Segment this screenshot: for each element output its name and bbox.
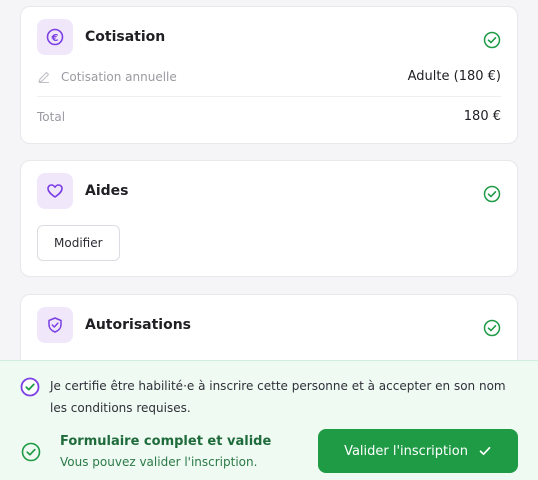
heart-icon xyxy=(37,173,73,209)
aides-header: Aides xyxy=(37,173,128,209)
shield-check-icon xyxy=(37,307,73,343)
cotisation-annual-label: Cotisation annuelle xyxy=(61,69,177,84)
euro-icon: € xyxy=(37,19,73,55)
submit-registration-label: Valider l'inscription xyxy=(344,443,468,459)
certification-row: Je certifie être habilité·e à inscrire c… xyxy=(20,375,510,419)
check-circle-icon xyxy=(21,442,41,462)
total-row: Total 180 € xyxy=(37,109,501,124)
check-circle-icon xyxy=(483,185,501,203)
submit-registration-button[interactable]: Valider l'inscription xyxy=(318,429,518,473)
check-circle-icon xyxy=(483,31,501,49)
status-subtitle: Vous pouvez valider l'inscription. xyxy=(60,455,258,469)
aides-title: Aides xyxy=(85,183,129,199)
submission-footer: Je certifie être habilité·e à inscrire c… xyxy=(0,360,538,480)
total-label: Total xyxy=(37,109,66,124)
form-status: Formulaire complet et valide Vous pouvez… xyxy=(20,433,271,471)
pencil-icon xyxy=(38,71,50,83)
certification-text: Je certifie être habilité·e à inscrire c… xyxy=(50,379,506,415)
cotisation-title: Cotisation xyxy=(85,29,166,45)
certification-checkbox[interactable] xyxy=(20,377,40,397)
total-value: 180 € xyxy=(463,109,501,124)
svg-text:€: € xyxy=(51,33,59,44)
checkmark-icon xyxy=(479,446,491,456)
cotisation-card: € Cotisation Cotisation annuelle Adulte … xyxy=(20,6,518,144)
aides-card: Aides Modifier xyxy=(20,160,518,277)
edit-aides-button[interactable]: Modifier xyxy=(37,225,120,261)
autorisations-header: Autorisations xyxy=(37,307,191,343)
divider xyxy=(37,96,501,97)
cotisation-annual-row: Cotisation annuelle Adulte (180 €) xyxy=(37,69,501,84)
check-circle-icon xyxy=(483,319,501,337)
status-title: Formulaire complet et valide xyxy=(60,434,272,449)
cotisation-header: € Cotisation xyxy=(37,19,165,55)
cotisation-annual-value: Adulte (180 €) xyxy=(407,69,501,84)
autorisations-title: Autorisations xyxy=(85,317,192,333)
